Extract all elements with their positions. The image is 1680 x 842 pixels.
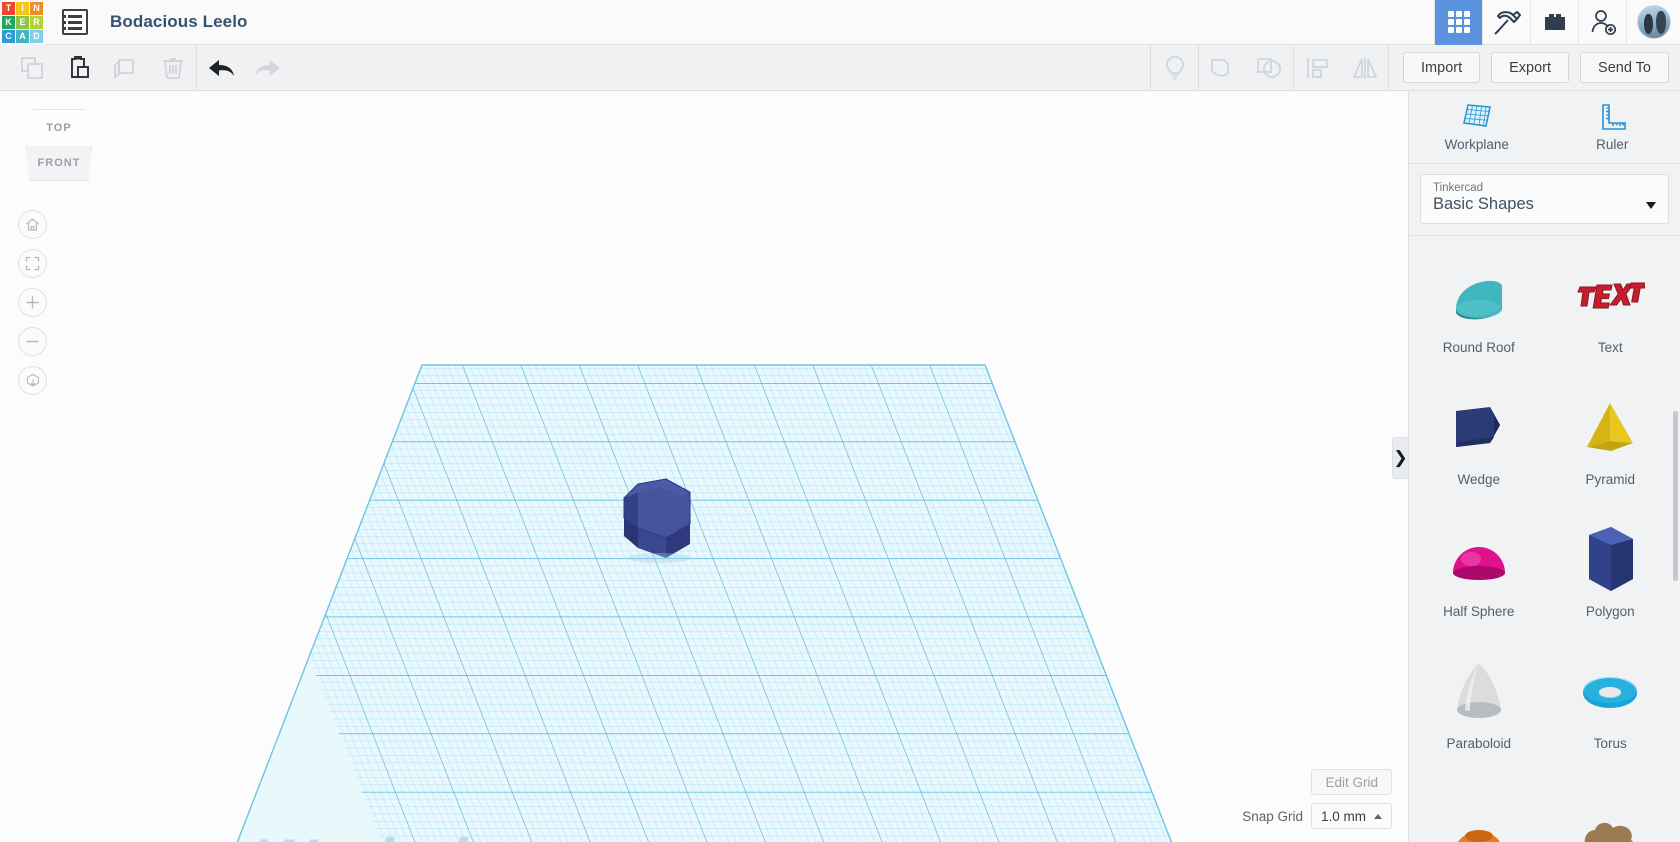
import-button[interactable]: Import <box>1403 52 1481 83</box>
invite-person-icon[interactable] <box>1578 0 1626 45</box>
shape-item-torus[interactable]: Torus <box>1545 638 1677 770</box>
shape-item-cloud-shape[interactable] <box>1545 770 1677 842</box>
edit-toolbar: Import Export Send To <box>0 44 1680 91</box>
workplane-watermark: Workplane <box>255 827 576 842</box>
ruler-tool-label: Ruler <box>1596 137 1629 152</box>
panel-tools: Workplane Ruler <box>1409 91 1680 164</box>
shape-label: Text <box>1597 340 1623 355</box>
shape-label: Polygon <box>1585 604 1635 619</box>
library-name: Basic Shapes <box>1433 195 1534 213</box>
toolbar-divider <box>1388 44 1390 91</box>
tinkercad-logo[interactable]: TIN KER CAD <box>0 0 45 45</box>
chevron-down-icon <box>1646 202 1656 209</box>
snap-grid-select[interactable]: 1.0 mm <box>1310 803 1392 829</box>
copy-button[interactable] <box>8 45 55 91</box>
torus-shape <box>1575 657 1645 727</box>
hammer-tools-icon[interactable] <box>1482 0 1530 45</box>
shape-item-text[interactable]: Text <box>1545 242 1677 374</box>
fit-to-view-button[interactable] <box>18 249 47 278</box>
logo-tile-d: D <box>30 29 43 43</box>
shape-item-round-roof[interactable]: Round Roof <box>1413 242 1545 374</box>
workplane-tool-label: Workplane <box>1444 137 1509 152</box>
brick-blocks-icon[interactable] <box>1530 0 1578 45</box>
logo-tile-e: E <box>16 15 29 29</box>
snap-grid-label: Snap Grid <box>1242 808 1303 824</box>
polygon-shape <box>1575 525 1645 595</box>
logo-tile-n: N <box>30 1 43 15</box>
edit-grid-button[interactable]: Edit Grid <box>1311 769 1392 795</box>
ruler-icon <box>1602 104 1627 130</box>
paste-button[interactable] <box>55 45 102 91</box>
wedge-shape <box>1444 393 1514 463</box>
workplane-icon <box>1462 104 1491 127</box>
view-controls <box>18 210 47 405</box>
paraboloid-shape <box>1444 657 1514 727</box>
shapes-panel: Workplane Ruler Tinkercad Basic Shapes R… <box>1408 91 1680 842</box>
avatar[interactable] <box>1626 0 1680 45</box>
tube-shape <box>1444 797 1514 842</box>
page-title: Bodacious Leelo <box>110 12 248 31</box>
panel-scrollbar[interactable] <box>1673 411 1678 581</box>
home-view-button[interactable] <box>18 210 47 239</box>
zoom-in-button[interactable] <box>18 288 47 317</box>
align-button[interactable] <box>1294 45 1341 91</box>
logo-tile-i: I <box>16 1 29 15</box>
orthographic-toggle-button[interactable] <box>18 366 47 395</box>
zoom-out-button[interactable] <box>18 327 47 356</box>
shape-item-tube-shape[interactable] <box>1413 770 1545 842</box>
library-owner: Tinkercad <box>1433 182 1484 194</box>
undo-button[interactable] <box>197 45 244 91</box>
half-sphere-shape <box>1444 525 1514 595</box>
shape-library-select[interactable]: Tinkercad Basic Shapes <box>1420 174 1669 224</box>
shape-label: Half Sphere <box>1443 604 1515 619</box>
view-cube[interactable]: TOP FRONT <box>26 109 92 181</box>
shape-item-paraboloid[interactable]: Paraboloid <box>1413 638 1545 770</box>
snap-grid-row: Snap Grid 1.0 mm <box>1242 803 1392 829</box>
top-bar-actions <box>1434 0 1680 45</box>
shape-item-polygon[interactable]: Polygon <box>1545 506 1677 638</box>
workplane-grid[interactable]: Workplane <box>0 91 1408 842</box>
shape-item-wedge[interactable]: Wedge <box>1413 374 1545 506</box>
shape-item-pyramid[interactable]: Pyramid <box>1545 374 1677 506</box>
top-bar: TIN KER CAD Bodacious Leelo <box>0 0 1680 45</box>
shape-item-half-sphere[interactable]: Half Sphere <box>1413 506 1545 638</box>
ruler-tool[interactable]: Ruler <box>1545 91 1680 163</box>
view-cube-front-face[interactable]: FRONT <box>26 146 92 181</box>
workplane-tool[interactable]: Workplane <box>1409 91 1545 163</box>
snap-grid-value: 1.0 mm <box>1320 808 1366 824</box>
text-shape <box>1575 261 1646 331</box>
shape-label: Paraboloid <box>1446 736 1512 751</box>
shape-label: Torus <box>1593 736 1627 751</box>
grid-view-icon[interactable] <box>1434 0 1482 45</box>
redo-button[interactable] <box>244 45 291 91</box>
export-button[interactable]: Export <box>1491 52 1570 83</box>
shape-label: Wedge <box>1457 472 1501 487</box>
mirror-button[interactable] <box>1341 45 1388 91</box>
logo-tile-k: K <box>2 15 15 29</box>
logo-tile-t: T <box>2 1 15 15</box>
duplicate-button[interactable] <box>102 45 149 91</box>
logo-tile-c: C <box>2 29 15 43</box>
view-cube-top-face[interactable]: TOP <box>26 109 92 147</box>
3d-viewport[interactable]: Workplane TOP FRONT <box>0 91 1408 842</box>
shape-label: Round Roof <box>1442 340 1515 355</box>
ungroup-button[interactable] <box>1246 45 1293 91</box>
tinkercad-editor: TIN KER CAD Bodacious Leelo Import Export … <box>0 0 1680 842</box>
logo-tile-r: R <box>30 15 43 29</box>
shape-label: Pyramid <box>1585 472 1635 487</box>
round-roof-shape <box>1444 261 1514 331</box>
caret-up-icon <box>1374 813 1382 819</box>
pyramid-shape <box>1575 393 1645 463</box>
main-menu-icon[interactable] <box>62 9 88 35</box>
hint-lightbulb-button[interactable] <box>1151 45 1198 91</box>
send-to-button[interactable]: Send To <box>1580 52 1669 83</box>
polygon-prism-object[interactable] <box>614 466 704 566</box>
logo-tile-a: A <box>16 29 29 43</box>
shape-list[interactable]: Round Roof Text Wedge Pyramid Half Spher <box>1409 235 1680 842</box>
grid-controls: Edit Grid Snap Grid 1.0 mm <box>1242 769 1392 829</box>
panel-collapse-button[interactable]: ❯ <box>1392 437 1408 479</box>
cloud-shape <box>1575 797 1645 842</box>
delete-button[interactable] <box>149 45 196 91</box>
group-button[interactable] <box>1199 45 1246 91</box>
